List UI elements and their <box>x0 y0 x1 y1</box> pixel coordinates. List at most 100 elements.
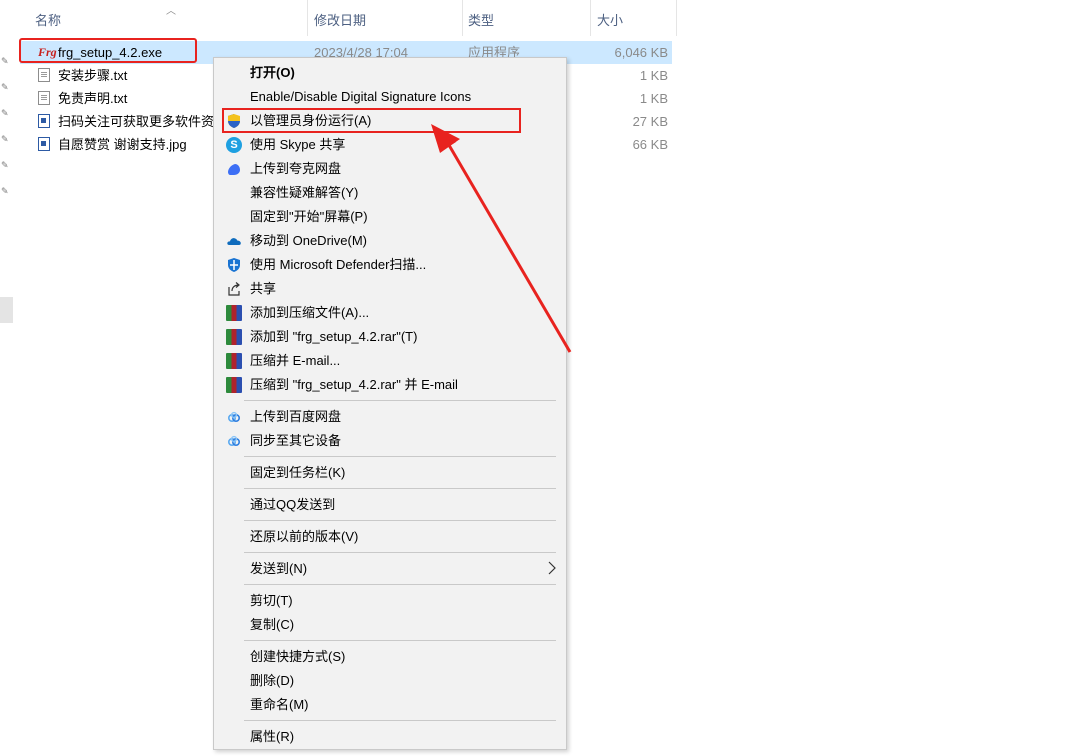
menu-item-label: 打开(O) <box>250 65 295 80</box>
file-size: 1 KB <box>639 91 668 106</box>
menu-item-label: 添加到 "frg_setup_4.2.rar"(T) <box>250 329 418 344</box>
menu-item-label: 共享 <box>250 281 277 296</box>
menu-item-label: 删除(D) <box>250 673 295 688</box>
context-menu: 打开(O) Enable/Disable Digital Signature I… <box>213 57 567 750</box>
menu-separator <box>244 552 556 553</box>
menu-separator <box>244 584 556 585</box>
menu-item-add-to-archive[interactable]: 添加到压缩文件(A)... <box>216 301 564 325</box>
file-size: 1 KB <box>639 68 668 83</box>
menu-item-label: 移动到 OneDrive(M) <box>250 233 368 248</box>
column-header-type[interactable]: 类型 <box>468 0 494 40</box>
menu-item-label: 剪切(T) <box>250 593 293 608</box>
image-file-icon <box>38 137 50 151</box>
menu-item-send-to[interactable]: 发送到(N) <box>216 557 564 581</box>
baidu-netdisk-icon <box>227 411 241 423</box>
menu-separator <box>244 720 556 721</box>
menu-separator <box>244 456 556 457</box>
column-header-name[interactable]: 名称 <box>35 0 61 40</box>
menu-separator <box>244 520 556 521</box>
menu-separator <box>244 488 556 489</box>
menu-item-defender-scan[interactable]: 使用 Microsoft Defender扫描... <box>216 253 564 277</box>
winrar-icon <box>226 329 242 345</box>
file-name: 免责声明.txt <box>58 91 128 106</box>
navigation-scrollbar[interactable] <box>0 297 13 323</box>
menu-item-label: 压缩并 E-mail... <box>250 353 341 368</box>
menu-item-pin-to-start[interactable]: 固定到"开始"屏幕(P) <box>216 205 564 229</box>
pin-icon: ✎ <box>1 160 9 170</box>
column-divider[interactable] <box>307 0 308 36</box>
menu-separator <box>244 640 556 641</box>
menu-item-cut[interactable]: 剪切(T) <box>216 589 564 613</box>
menu-item-label: 复制(C) <box>250 617 295 632</box>
menu-item-label: 使用 Skype 共享 <box>250 137 346 152</box>
file-size: 66 KB <box>632 137 668 152</box>
image-file-icon <box>38 114 50 128</box>
winrar-icon <box>226 305 242 321</box>
skype-icon: S <box>226 137 242 153</box>
menu-item-share[interactable]: 共享 <box>216 277 564 301</box>
menu-item-copy[interactable]: 复制(C) <box>216 613 564 637</box>
menu-item-compatibility[interactable]: 兼容性疑难解答(Y) <box>216 181 564 205</box>
column-header-modified[interactable]: 修改日期 <box>314 0 366 40</box>
menu-item-move-to-onedrive[interactable]: 移动到 OneDrive(M) <box>216 229 564 253</box>
text-file-icon <box>38 68 50 82</box>
menu-item-create-shortcut[interactable]: 创建快捷方式(S) <box>216 645 564 669</box>
menu-item-label: 还原以前的版本(V) <box>250 529 359 544</box>
menu-item-label: 使用 Microsoft Defender扫描... <box>250 257 427 272</box>
share-icon <box>228 282 240 296</box>
menu-item-label: 添加到压缩文件(A)... <box>250 305 370 320</box>
menu-item-label: Enable/Disable Digital Signature Icons <box>250 89 472 104</box>
winrar-icon <box>226 353 242 369</box>
menu-item-baidu-upload[interactable]: 上传到百度网盘 <box>216 405 564 429</box>
menu-item-label: 上传到夸克网盘 <box>250 161 342 176</box>
onedrive-icon <box>227 238 241 245</box>
menu-item-digital-signature-icons[interactable]: Enable/Disable Digital Signature Icons <box>216 85 564 109</box>
menu-item-label: 同步至其它设备 <box>250 433 342 448</box>
pin-icon: ✎ <box>1 134 9 144</box>
column-divider[interactable] <box>462 0 463 36</box>
pin-icon: ✎ <box>1 56 9 66</box>
file-list-header: ︿ 名称 修改日期 类型 大小 <box>20 0 678 40</box>
menu-item-compress-to-rar-email[interactable]: 压缩到 "frg_setup_4.2.rar" 并 E-mail <box>216 373 564 397</box>
menu-item-label: 兼容性疑难解答(Y) <box>250 185 359 200</box>
menu-item-rename[interactable]: 重命名(M) <box>216 693 564 717</box>
menu-item-label: 属性(R) <box>250 729 295 744</box>
menu-item-skype-share[interactable]: S 使用 Skype 共享 <box>216 133 564 157</box>
defender-icon <box>228 258 240 272</box>
file-name: 自愿赞赏 谢谢支持.jpg <box>58 137 187 152</box>
sort-ascending-icon: ︿ <box>166 6 176 17</box>
chevron-right-icon <box>548 561 556 575</box>
annotation-highlight-file <box>19 38 197 63</box>
menu-item-quark-upload[interactable]: 上传到夸克网盘 <box>216 157 564 181</box>
winrar-icon <box>226 377 242 393</box>
baidu-netdisk-icon <box>227 435 241 447</box>
menu-item-open[interactable]: 打开(O) <box>216 61 564 85</box>
pin-icon: ✎ <box>1 186 9 196</box>
menu-separator <box>244 400 556 401</box>
menu-item-label: 创建快捷方式(S) <box>250 649 346 664</box>
menu-item-restore-previous-versions[interactable]: 还原以前的版本(V) <box>216 525 564 549</box>
file-size: 27 KB <box>632 114 668 129</box>
annotation-highlight-run-as-admin <box>222 108 521 133</box>
pin-icon: ✎ <box>1 82 9 92</box>
menu-item-sync-devices[interactable]: 同步至其它设备 <box>216 429 564 453</box>
file-name: 扫码关注可获取更多软件资 <box>58 114 215 129</box>
file-size: 6,046 KB <box>614 45 669 60</box>
menu-item-send-via-qq[interactable]: 通过QQ发送到 <box>216 493 564 517</box>
column-divider[interactable] <box>590 0 591 36</box>
menu-item-add-to-rar[interactable]: 添加到 "frg_setup_4.2.rar"(T) <box>216 325 564 349</box>
column-header-size[interactable]: 大小 <box>597 0 623 40</box>
column-divider[interactable] <box>676 0 677 36</box>
menu-item-compress-email[interactable]: 压缩并 E-mail... <box>216 349 564 373</box>
menu-item-label: 固定到"开始"屏幕(P) <box>250 209 368 224</box>
file-name: 安装步骤.txt <box>58 68 128 83</box>
pin-icon: ✎ <box>1 108 9 118</box>
menu-item-label: 固定到任务栏(K) <box>250 465 346 480</box>
menu-item-properties[interactable]: 属性(R) <box>216 725 564 749</box>
menu-item-delete[interactable]: 删除(D) <box>216 669 564 693</box>
navigation-pane-strip: ✎ ✎ ✎ ✎ ✎ ✎ <box>0 0 16 756</box>
quark-cloud-icon <box>228 164 240 175</box>
menu-item-pin-to-taskbar[interactable]: 固定到任务栏(K) <box>216 461 564 485</box>
menu-item-label: 重命名(M) <box>250 697 309 712</box>
text-file-icon <box>38 91 50 105</box>
